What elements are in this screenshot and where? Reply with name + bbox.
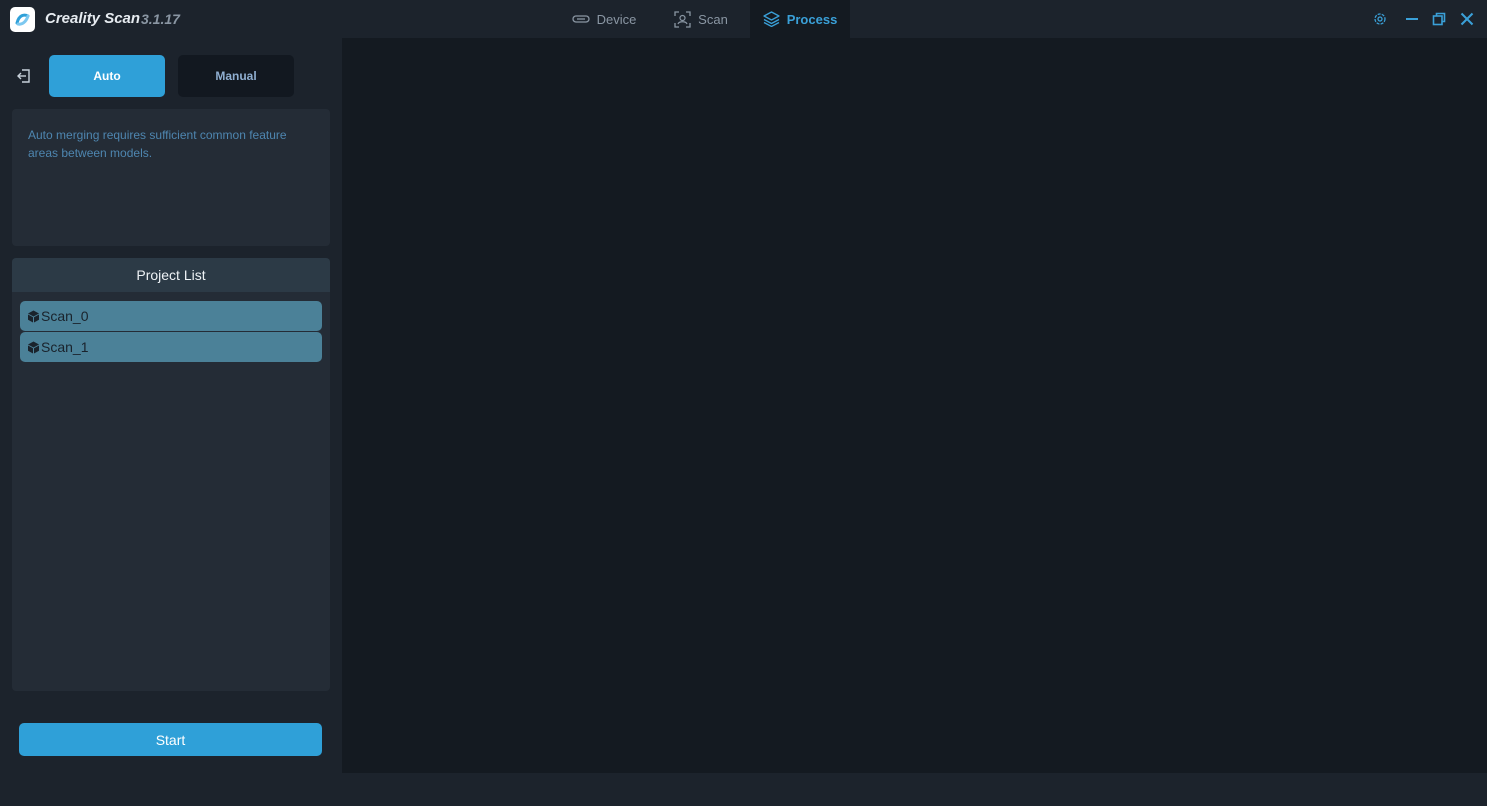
project-list-panel: Project List Scan_0 Scan_1: [12, 258, 330, 691]
merge-info-box: Auto merging requires sufficient common …: [12, 109, 330, 246]
minimize-icon[interactable]: [1402, 9, 1422, 29]
tab-process[interactable]: Process: [750, 0, 850, 38]
project-item-scan-0[interactable]: Scan_0: [20, 301, 322, 331]
3d-viewport[interactable]: [342, 38, 1487, 773]
title-bar: Creality Scan 3.1.17 Device Scan Process: [0, 0, 1487, 38]
project-item-label: Scan_1: [41, 339, 89, 355]
status-bar: [342, 773, 1487, 806]
device-icon: [571, 15, 590, 23]
tab-scan[interactable]: Scan: [664, 0, 738, 38]
layers-icon: [763, 11, 780, 27]
tab-process-label: Process: [786, 11, 838, 27]
tab-scan-label: Scan: [698, 11, 728, 27]
project-list-title: Project List: [12, 258, 330, 292]
project-item-scan-1[interactable]: Scan_1: [20, 332, 322, 362]
app-name: Creality Scan: [45, 10, 141, 27]
tab-device[interactable]: Device: [560, 0, 648, 38]
app-logo-icon: [10, 7, 35, 32]
tab-device-label: Device: [596, 11, 637, 27]
manual-mode-button[interactable]: Manual: [178, 55, 294, 97]
app-version: 3.1.17: [141, 11, 180, 27]
exit-icon[interactable]: [14, 66, 34, 86]
restore-icon[interactable]: [1429, 9, 1449, 29]
project-item-label: Scan_0: [41, 308, 89, 324]
auto-mode-button[interactable]: Auto: [49, 55, 165, 97]
merge-info-text: Auto merging requires sufficient common …: [28, 128, 287, 160]
cube-icon: [28, 310, 39, 322]
process-sidebar: Auto Manual Auto merging requires suffic…: [0, 38, 342, 806]
close-icon[interactable]: [1457, 9, 1477, 29]
start-button[interactable]: Start: [19, 723, 322, 756]
settings-icon[interactable]: [1370, 9, 1390, 29]
cube-icon: [28, 341, 39, 353]
project-list: Scan_0 Scan_1: [12, 292, 330, 362]
scan-icon: [674, 10, 691, 28]
